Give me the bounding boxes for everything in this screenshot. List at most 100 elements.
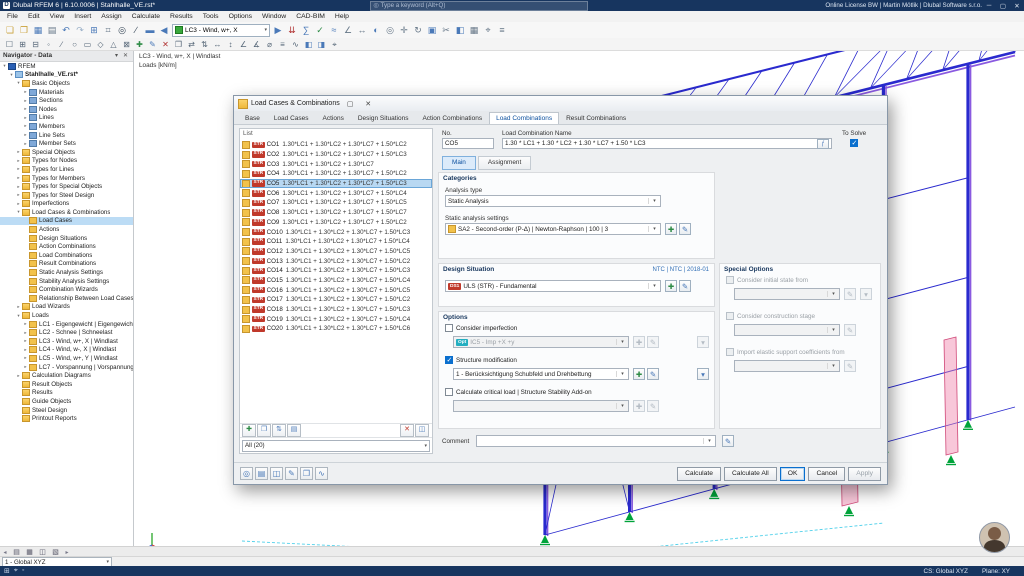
expander-icon[interactable]: ▸	[22, 115, 29, 121]
show-results-icon[interactable]: ≈	[327, 23, 341, 37]
grid-toggle-icon[interactable]: ⊞	[4, 567, 10, 575]
combination-row-co6[interactable]: STRCO61.30*LC1 + 1.30*LC2 + 1.30*LC7 + 1…	[240, 188, 432, 198]
combination-row-co10[interactable]: STRCO101.30*LC1 + 1.30*LC2 + 1.30*LC7 + …	[240, 227, 432, 237]
delete-all-icon[interactable]: ✕	[400, 424, 414, 437]
open-model-icon[interactable]: ❐	[17, 23, 31, 37]
renumber-icon[interactable]: ⇅	[272, 424, 286, 437]
cancel-button[interactable]: Cancel	[808, 467, 845, 481]
measure-icon[interactable]: ∠	[341, 23, 355, 37]
table-icon[interactable]: ⊞	[87, 23, 101, 37]
expander-icon[interactable]: ▾	[15, 209, 22, 215]
grid-icon[interactable]: ▦	[467, 23, 481, 37]
combination-row-co5[interactable]: STRCO51.30*LC1 + 1.30*LC2 + 1.30*LC7 + 1…	[240, 179, 432, 189]
expander-icon[interactable]: ▸	[22, 355, 29, 361]
zoom-icon[interactable]: ◎	[383, 23, 397, 37]
snap-target-icon[interactable]: ⌖	[328, 39, 341, 50]
combination-row-co7[interactable]: STRCO71.30*LC1 + 1.30*LC2 + 1.30*LC7 + 1…	[240, 198, 432, 208]
edit-object-icon[interactable]: ✎	[146, 39, 159, 50]
structure-modification-checkbox[interactable]: Structure modification	[445, 356, 517, 364]
expander-icon[interactable]: ▸	[22, 338, 29, 344]
expander-icon[interactable]: ▸	[22, 89, 29, 95]
snap-toggle-icon[interactable]: ⌖	[14, 567, 18, 575]
check-model-icon[interactable]: ✓	[313, 23, 327, 37]
combination-row-co13[interactable]: STRCO131.30*LC1 + 1.30*LC2 + 1.30*LC7 + …	[240, 256, 432, 266]
expander-icon[interactable]: ▸	[22, 347, 29, 353]
function-icon[interactable]: ∿	[289, 39, 302, 50]
calculate-button[interactable]: Calculate	[677, 467, 721, 481]
previous-load-case-button[interactable]: ◀	[157, 23, 171, 37]
render-mode-icon[interactable]: ◧	[453, 23, 467, 37]
insert-line-icon[interactable]: ∕	[129, 23, 143, 37]
invert-selection-icon[interactable]: ⊟	[29, 39, 42, 50]
tree-item-nodes[interactable]: ▸Nodes	[0, 105, 133, 114]
tree-item-lc5-wind-w-y-windlast[interactable]: ▸LC5 - Wind, w+, Y | Windlast	[0, 354, 133, 363]
tree-item-load-wizards[interactable]: ▸Load Wizards	[0, 303, 133, 312]
undo-icon[interactable]: ↶	[59, 23, 73, 37]
tree-item-results[interactable]: Results	[0, 389, 133, 398]
menu-window[interactable]: Window	[257, 13, 291, 20]
navigator-views-tab-icon[interactable]: ◫	[36, 548, 49, 556]
expander-icon[interactable]: ▸	[15, 192, 22, 198]
copy-combination-icon[interactable]: ❐	[257, 424, 271, 437]
tree-item-action-combinations[interactable]: Action Combinations	[0, 242, 133, 251]
structure-modification-checkbox-box[interactable]	[445, 356, 453, 364]
expander-icon[interactable]: ▸	[22, 123, 29, 129]
tree-item-lc4-wind-w-x-windlast[interactable]: ▸LC4 - Wind, w-, X | Windlast	[0, 346, 133, 355]
save-model-icon[interactable]: ▦	[31, 23, 45, 37]
minimize-icon[interactable]: ─	[982, 2, 996, 9]
menu-help[interactable]: Help	[330, 13, 354, 20]
menu-options[interactable]: Options	[224, 13, 257, 20]
combination-row-co20[interactable]: STRCO201.30*LC1 + 1.30*LC2 + 1.30*LC7 + …	[240, 324, 432, 334]
tree-item-relationship-between-load-cases[interactable]: Relationship Between Load Cases	[0, 294, 133, 303]
tree-item-load-cases[interactable]: Load Cases	[0, 217, 133, 226]
combination-row-co11[interactable]: STRCO111.30*LC1 + 1.30*LC2 + 1.30*LC7 + …	[240, 237, 432, 247]
combination-row-co9[interactable]: STRCO91.30*LC1 + 1.30*LC2 + 1.30*LC7 + 1…	[240, 218, 432, 228]
combination-row-co3[interactable]: STRCO31.30*LC1 + 1.30*LC2 + 1.30*LC7	[240, 159, 432, 169]
tree-item-lines[interactable]: ▸Lines	[0, 114, 133, 123]
expander-icon[interactable]: ▸	[22, 106, 29, 112]
insert-line-icon[interactable]: ∕	[55, 39, 68, 50]
dialog-tab-load-combinations[interactable]: Load Combinations	[489, 112, 559, 124]
mirror-icon[interactable]: ⇅	[198, 39, 211, 50]
navigator-header[interactable]: Navigator - Data ▾ ✕	[0, 50, 133, 62]
structure-modification-extra-button[interactable]: ▾	[697, 368, 709, 380]
navigator-close-icon[interactable]: ✕	[121, 52, 130, 59]
tree-item-member-sets[interactable]: ▸Member Sets	[0, 139, 133, 148]
expander-icon[interactable]: ▾	[15, 313, 22, 319]
consider-imperfection-checkbox[interactable]: Consider imperfection	[445, 324, 517, 332]
tree-item-stahlhalle-ve-rst[interactable]: ▾Stahlhalle_VE.rst*	[0, 71, 133, 80]
edit-formula-button[interactable]: ƒ	[817, 139, 829, 149]
tree-item-lc7-vorspannung-vorspannung[interactable]: ▸LC7 - Vorspannung | Vorspannung	[0, 363, 133, 372]
add-combination-icon[interactable]: ✚	[242, 424, 256, 437]
edit-design-situation-button[interactable]: ✎	[679, 280, 691, 292]
dimension-icon[interactable]: ↔	[355, 23, 369, 37]
tree-item-types-for-special-objects[interactable]: ▸Types for Special Objects	[0, 182, 133, 191]
imperfection-checkbox-box[interactable]	[445, 324, 453, 332]
dialog-close-icon[interactable]: ✕	[361, 100, 376, 108]
tree-item-steel-design[interactable]: Steel Design	[0, 406, 133, 415]
redo-icon[interactable]: ↷	[73, 23, 87, 37]
insert-circle-icon[interactable]: ○	[68, 39, 81, 50]
tree-item-loads[interactable]: ▾Loads	[0, 311, 133, 320]
expander-icon[interactable]: ▸	[22, 141, 29, 147]
tree-item-sections[interactable]: ▸Sections	[0, 96, 133, 105]
design-situation-dropdown[interactable]: DS1 ULS (STR) - Fundamental ▾	[445, 280, 661, 292]
tree-item-types-for-members[interactable]: ▸Types for Members	[0, 174, 133, 183]
edit-structure-modification-button[interactable]: ✎	[647, 368, 659, 380]
user-avatar[interactable]	[979, 522, 1010, 553]
structure-modification-dropdown[interactable]: 1 - Berücksichtigung Schubfeld und Drehb…	[453, 368, 629, 380]
clip-icon[interactable]: ✂	[439, 23, 453, 37]
rotate-view-icon[interactable]: ↻	[411, 23, 425, 37]
menu-insert[interactable]: Insert	[69, 13, 96, 20]
tree-item-types-for-steel-design[interactable]: ▸Types for Steel Design	[0, 191, 133, 200]
tree-item-calculation-diagrams[interactable]: ▸Calculation Diagrams	[0, 371, 133, 380]
to-solve-checkbox[interactable]	[850, 139, 858, 147]
tree-item-types-for-lines[interactable]: ▸Types for Lines	[0, 165, 133, 174]
new-design-situation-button[interactable]: ✚	[665, 280, 677, 292]
panel-next-icon[interactable]: ▸	[62, 549, 72, 556]
expander-icon[interactable]: ▾	[15, 80, 22, 86]
combination-row-co18[interactable]: STRCO181.30*LC1 + 1.30*LC2 + 1.30*LC7 + …	[240, 305, 432, 315]
diameter-icon[interactable]: ⌀	[263, 39, 276, 50]
combination-row-co15[interactable]: STRCO151.30*LC1 + 1.30*LC2 + 1.30*LC7 + …	[240, 276, 432, 286]
tree-item-design-situations[interactable]: Design Situations	[0, 234, 133, 243]
